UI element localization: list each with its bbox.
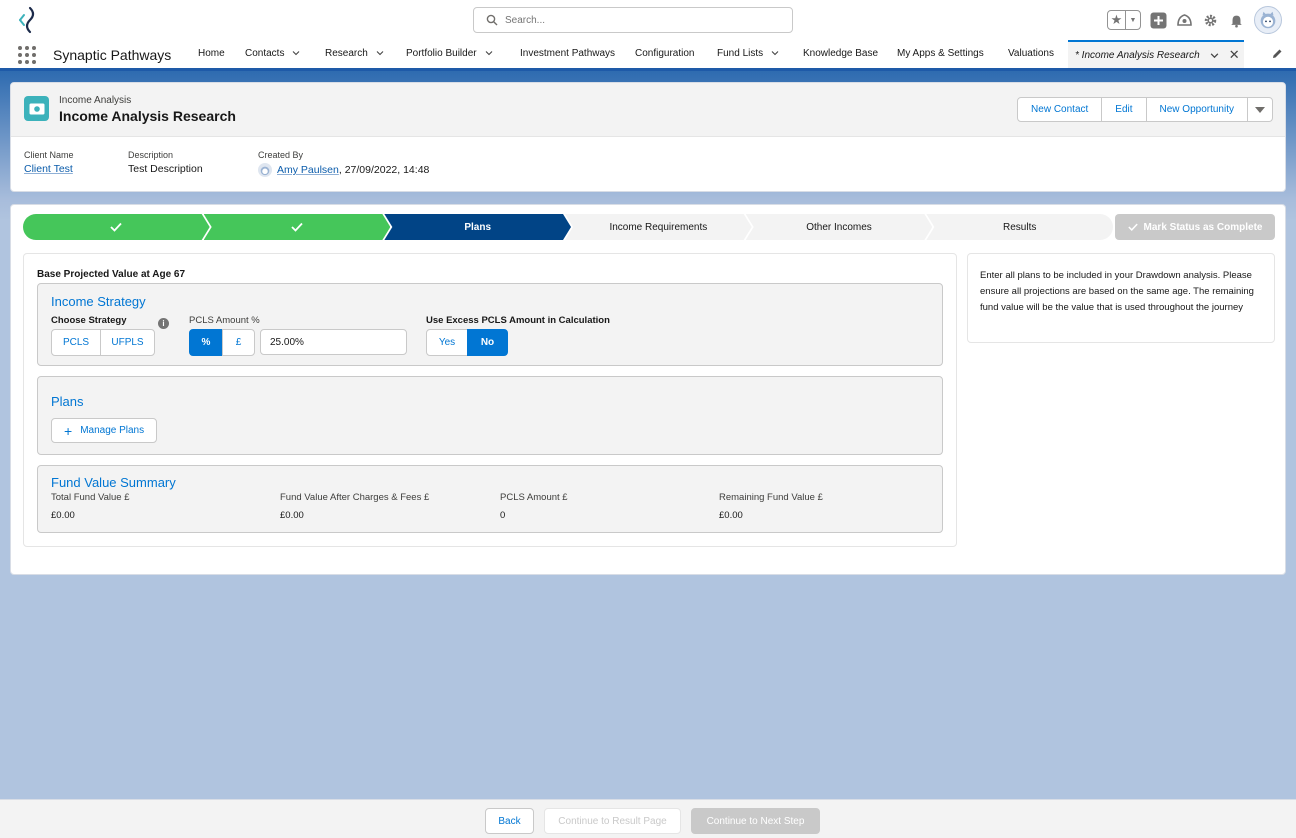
plus-icon: +: [64, 422, 73, 439]
summary-total-fund-value: Total Fund Value £ £0.00: [51, 492, 130, 521]
chevron-down-icon[interactable]: [1210, 51, 1219, 60]
pcls-amount-input[interactable]: [260, 329, 407, 355]
field-created-by: Created By Amy Paulsen , 27/09/2022, 14:…: [258, 150, 430, 177]
strategy-ufpls-button[interactable]: UFPLS: [100, 329, 155, 356]
section-title: Income Strategy: [51, 294, 146, 309]
mark-status-complete-button[interactable]: Mark Status as Complete: [1115, 214, 1275, 240]
navigation-bar: Synaptic Pathways Home Contacts Research…: [0, 40, 1296, 71]
global-header: ★ ▼: [0, 0, 1296, 40]
gear-icon[interactable]: [1202, 12, 1219, 29]
trailhead-icon[interactable]: [1176, 12, 1193, 29]
field-description: Description Test Description: [128, 150, 203, 175]
path-step-2[interactable]: [204, 214, 391, 240]
tab-label: * Income Analysis Research: [1075, 49, 1200, 61]
nav-item-contacts[interactable]: Contacts: [245, 40, 300, 68]
plans-section: Plans + Manage Plans: [37, 376, 943, 455]
money-icon: [24, 96, 49, 121]
more-actions-button[interactable]: [1247, 97, 1273, 122]
chevron-down-icon[interactable]: [485, 49, 493, 57]
user-avatar-icon: [258, 163, 272, 177]
check-icon: [110, 222, 122, 232]
plans-form: Base Projected Value at Age 67 Income St…: [23, 253, 957, 547]
income-strategy-section: Income Strategy Choose Strategy i PCLS U…: [37, 283, 943, 366]
nav-item-home[interactable]: Home: [198, 40, 225, 68]
section-title: Plans: [51, 394, 84, 409]
field-client-name: Client Name Client Test: [24, 150, 74, 175]
record-header: Income Analysis Income Analysis Research…: [10, 82, 1286, 192]
continue-to-result-button[interactable]: Continue to Result Page: [544, 808, 681, 834]
app-name: Synaptic Pathways: [53, 47, 172, 63]
search-input[interactable]: [505, 14, 765, 26]
new-opportunity-button[interactable]: New Opportunity: [1145, 97, 1248, 122]
strategy-pcls-button[interactable]: PCLS: [51, 329, 101, 356]
app-launcher-icon[interactable]: [18, 46, 36, 64]
excess-yes-button[interactable]: Yes: [426, 329, 468, 356]
created-date: , 27/09/2022, 14:48: [338, 164, 430, 176]
unit-percent-button[interactable]: %: [189, 329, 223, 356]
path-step-other-incomes[interactable]: Other Incomes: [746, 214, 933, 240]
close-icon[interactable]: ✕: [1229, 47, 1240, 63]
info-icon[interactable]: i: [158, 318, 169, 329]
record-type: Income Analysis: [59, 95, 132, 106]
pcls-amount-label: PCLS Amount %: [189, 315, 260, 326]
search-icon: [486, 14, 498, 26]
nav-item-fund-lists[interactable]: Fund Lists: [717, 40, 779, 68]
path-step-1[interactable]: [23, 214, 210, 240]
caret-down-icon: [1255, 106, 1265, 113]
add-icon[interactable]: [1150, 12, 1167, 29]
excess-pcls-label: Use Excess PCLS Amount in Calculation: [426, 315, 610, 326]
chevron-down-icon[interactable]: [292, 49, 300, 57]
help-text-panel: Enter all plans to be included in your D…: [967, 253, 1275, 343]
chevron-down-icon[interactable]: [771, 49, 779, 57]
app-logo[interactable]: [12, 4, 44, 36]
nav-item-investment-pathways[interactable]: Investment Pathways: [520, 40, 615, 68]
section-title: Fund Value Summary: [51, 475, 176, 490]
check-icon: [291, 222, 303, 232]
created-by-link[interactable]: Amy Paulsen: [277, 164, 339, 176]
nav-item-portfolio-builder[interactable]: Portfolio Builder: [406, 40, 493, 68]
path-step-income-requirements[interactable]: Income Requirements: [565, 214, 752, 240]
record-name: Income Analysis Research: [59, 108, 236, 124]
manage-plans-button[interactable]: + Manage Plans: [51, 418, 158, 443]
tab-income-analysis-research[interactable]: * Income Analysis Research ✕: [1068, 40, 1244, 68]
pencil-icon[interactable]: [1271, 48, 1283, 60]
choose-strategy-label: Choose Strategy: [51, 315, 127, 326]
footer-bar: Back Continue to Result Page Continue to…: [0, 799, 1296, 838]
global-search[interactable]: [473, 7, 793, 33]
chevron-down-icon[interactable]: [376, 49, 384, 57]
nav-item-my-apps-settings[interactable]: My Apps & Settings: [897, 40, 984, 68]
client-name-link[interactable]: Client Test: [24, 163, 73, 175]
edit-button[interactable]: Edit: [1101, 97, 1147, 122]
age-title: Base Projected Value at Age 67: [37, 269, 186, 280]
main-content: Plans Income Requirements Other Incomes …: [10, 204, 1286, 575]
caret-down-icon: ▼: [1129, 16, 1137, 24]
summary-pcls-amount: PCLS Amount £ 0: [500, 492, 568, 521]
check-icon: [1127, 223, 1138, 231]
path-step-plans[interactable]: Plans: [384, 214, 571, 240]
nav-item-valuations[interactable]: Valuations: [1008, 40, 1054, 68]
continue-to-next-step-button[interactable]: Continue to Next Step: [691, 808, 820, 834]
nav-item-configuration[interactable]: Configuration: [635, 40, 694, 68]
user-avatar[interactable]: [1254, 6, 1282, 34]
favorites-button[interactable]: ★ ▼: [1107, 10, 1141, 30]
fund-value-summary-section: Fund Value Summary Total Fund Value £ £0…: [37, 465, 943, 533]
bell-icon[interactable]: [1228, 12, 1245, 29]
excess-pcls-toggle: Yes No: [426, 329, 508, 356]
nav-item-research[interactable]: Research: [325, 40, 384, 68]
summary-fund-value-after-charges: Fund Value After Charges & Fees £ £0.00: [280, 492, 430, 521]
nav-item-knowledge-base[interactable]: Knowledge Base: [803, 40, 878, 68]
new-contact-button[interactable]: New Contact: [1017, 97, 1103, 122]
path-step-results[interactable]: Results: [926, 214, 1114, 240]
unit-pound-button[interactable]: £: [222, 329, 255, 356]
back-button[interactable]: Back: [485, 808, 534, 834]
path-progress: Plans Income Requirements Other Incomes …: [23, 214, 1114, 240]
strategy-selector: PCLS UFPLS: [51, 329, 155, 356]
star-icon: ★: [1108, 11, 1126, 29]
pcls-unit-selector: % £: [189, 329, 255, 356]
summary-remaining-fund-value: Remaining Fund Value £ £0.00: [719, 492, 823, 521]
excess-no-button[interactable]: No: [467, 329, 508, 356]
